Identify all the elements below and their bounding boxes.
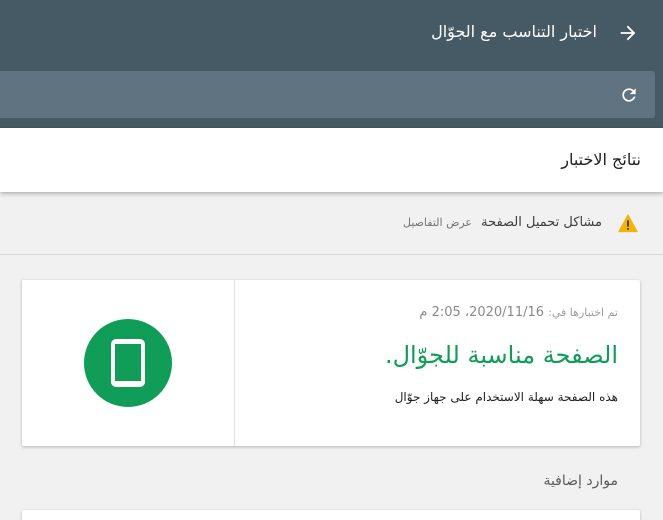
arrow-right-icon[interactable] — [617, 22, 639, 44]
mobile-friendly-test-app: اختبار التناسب مع الجوّال نتائج الاختبار… — [0, 0, 663, 520]
mobile-phone-icon — [111, 339, 145, 387]
tested-timestamp: تم اختبارها في: 2020/11/16، 2:05 م — [419, 304, 618, 322]
tested-time: ، 2:05 م — [419, 305, 470, 320]
refresh-icon[interactable] — [619, 85, 639, 105]
view-details-link[interactable]: عرض التفاصيل — [403, 215, 472, 231]
tested-date: 2020/11/16 — [469, 305, 545, 320]
tested-prefix: تم اختبارها في: — [548, 306, 618, 319]
mobile-friendly-headline: الصفحة مناسبة للجوّال. — [384, 341, 618, 369]
page-title: اختبار التناسب مع الجوّال — [431, 22, 597, 41]
top-app-bar: اختبار التناسب مع الجوّال — [0, 0, 663, 128]
resources-card — [22, 510, 640, 520]
additional-resources-heading: موارد إضافية — [543, 473, 618, 489]
page-loading-issues-label: مشاكل تحميل الصفحة — [481, 215, 602, 230]
results-header: نتائج الاختبار — [0, 128, 663, 192]
url-bar[interactable] — [0, 71, 655, 118]
result-card: تم اختبارها في: 2020/11/16، 2:05 م الصفح… — [22, 280, 640, 446]
card-divider — [234, 280, 235, 446]
result-description: هذه الصفحة سهلة الاستخدام على جهاز جوّال — [394, 390, 618, 404]
results-title: نتائج الاختبار — [561, 150, 641, 169]
warning-icon — [618, 213, 638, 233]
mobile-badge — [84, 319, 172, 407]
page-loading-issues-row[interactable]: مشاكل تحميل الصفحة عرض التفاصيل — [0, 193, 663, 255]
